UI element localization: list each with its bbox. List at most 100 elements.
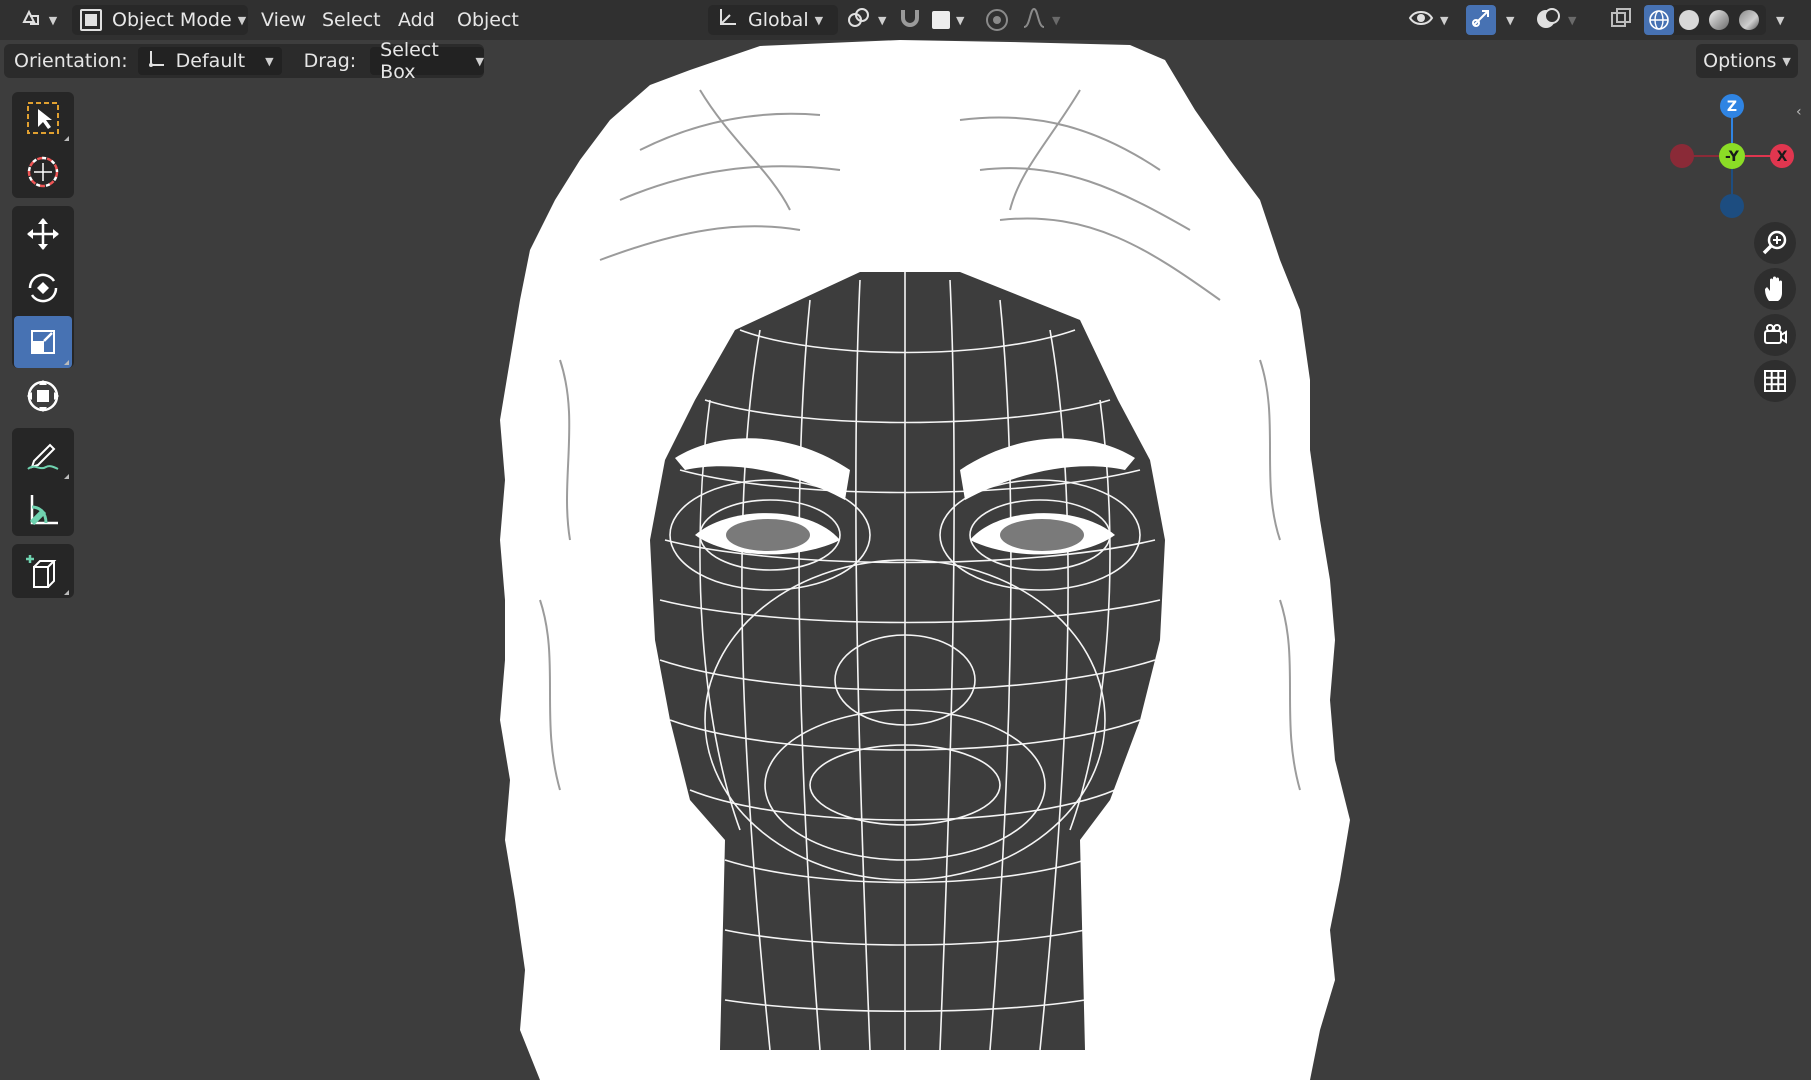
chevron-down-icon: ▼ — [814, 13, 824, 27]
rotate-icon — [28, 273, 58, 303]
transform-orientation-dropdown[interactable]: Global ▼ — [708, 5, 838, 35]
drag-value: Select Box — [380, 39, 439, 83]
gizmo-icon — [1470, 7, 1492, 34]
menu-add[interactable]: Add — [392, 6, 441, 34]
add-cube-tool[interactable] — [14, 546, 72, 598]
move-tool[interactable] — [14, 208, 72, 260]
chevron-down-icon: ▼ — [956, 13, 965, 27]
chevron-down-icon: ▼ — [265, 54, 274, 68]
tool-corner-indicator — [64, 360, 69, 365]
grid-icon — [1764, 370, 1786, 392]
gizmo-neg-z-axis[interactable] — [1720, 194, 1744, 218]
tool-corner-indicator — [64, 474, 69, 479]
perspective-toggle-button[interactable] — [1754, 360, 1796, 402]
transform-icon — [27, 380, 59, 412]
orientation-label: Orientation: — [14, 50, 128, 72]
shading-dropdown[interactable]: ▼ — [1770, 5, 1790, 35]
measure-tool[interactable] — [14, 484, 72, 536]
add-cube-icon — [26, 555, 57, 588]
cursor-tool[interactable] — [14, 146, 72, 198]
options-dropdown[interactable]: Options ▼ — [1696, 44, 1798, 78]
xray-toggle[interactable] — [1606, 5, 1636, 35]
gizmo-dropdown[interactable]: ▼ — [1500, 5, 1520, 35]
mode-label: Object Mode — [112, 9, 232, 31]
rotate-tool[interactable] — [14, 262, 72, 314]
rendered-shading-button[interactable] — [1734, 5, 1764, 35]
scale-icon — [31, 330, 55, 354]
editor-type-icon — [21, 8, 43, 33]
snap-target-icon — [932, 11, 950, 29]
gizmo-toggle[interactable] — [1466, 5, 1496, 35]
falloff-dropdown[interactable]: ▼ — [1022, 5, 1066, 35]
magnet-icon — [898, 6, 922, 35]
hand-icon — [1765, 276, 1782, 301]
material-shading-button[interactable] — [1704, 5, 1734, 35]
proportional-edit-icon — [986, 9, 1008, 31]
move-icon — [27, 218, 59, 250]
material-sphere-icon — [1709, 10, 1729, 30]
gizmo-y-label: -Y — [1725, 149, 1740, 165]
editor-type-button[interactable]: ▼ — [16, 5, 62, 35]
chevron-down-icon: ▼ — [1776, 13, 1785, 27]
wireframe-shading-button[interactable] — [1644, 5, 1674, 35]
cursor-icon — [27, 156, 59, 188]
transform-tool[interactable] — [14, 370, 72, 422]
pivot-point-button[interactable]: ▼ — [846, 5, 888, 35]
pivot-icon — [846, 7, 872, 34]
eye-icon — [1408, 7, 1434, 34]
orientation-dropdown[interactable]: Default ▼ — [137, 47, 282, 75]
camera-view-button[interactable] — [1754, 314, 1796, 356]
chevron-down-icon: ▼ — [1782, 54, 1791, 68]
gizmo-neg-x-axis[interactable] — [1670, 144, 1694, 168]
tool-corner-indicator — [64, 136, 69, 141]
drag-label: Drag: — [303, 50, 357, 72]
shading-group — [1644, 5, 1766, 35]
chevron-down-icon: ▼ — [1052, 13, 1061, 27]
chevron-down-icon: ▼ — [1440, 13, 1449, 27]
snap-toggle[interactable] — [898, 5, 926, 35]
drag-dropdown[interactable]: Select Box ▼ — [370, 39, 484, 83]
orientation-axes-icon — [716, 7, 738, 34]
wireframe-sphere-icon — [1649, 10, 1669, 30]
scale-tool[interactable] — [14, 316, 72, 368]
menu-object[interactable]: Object — [451, 6, 525, 34]
object-mode-icon — [80, 9, 102, 31]
pan-button[interactable] — [1754, 268, 1796, 310]
xray-icon — [1610, 7, 1632, 34]
annotate-icon — [27, 443, 59, 470]
chevron-down-icon: ▼ — [475, 54, 484, 68]
measure-icon — [29, 495, 58, 526]
camera-icon — [1764, 324, 1787, 344]
viewport-header: ▼ Object Mode ▼ View Select Add Object G… — [0, 0, 1811, 40]
chevron-down-icon: ▼ — [237, 13, 247, 27]
chevron-down-icon: ▼ — [878, 13, 887, 27]
select-box-icon — [27, 102, 59, 134]
rendered-sphere-icon — [1739, 10, 1759, 30]
chevron-down-icon: ▼ — [48, 13, 58, 27]
snap-target-dropdown[interactable]: ▼ — [932, 5, 980, 35]
tool-corner-indicator — [64, 590, 69, 595]
annotate-tool[interactable] — [14, 430, 72, 482]
overlays-toggle[interactable]: ▼ — [1536, 5, 1582, 35]
chevron-down-icon: ▼ — [1506, 13, 1515, 27]
solid-sphere-icon — [1679, 10, 1699, 30]
select-box-tool[interactable] — [14, 92, 72, 144]
visibility-dropdown[interactable]: ▼ — [1408, 5, 1454, 35]
menu-view[interactable]: View — [255, 6, 312, 34]
menu-select[interactable]: Select — [316, 6, 387, 34]
chevron-down-icon: ▼ — [1568, 13, 1577, 27]
solid-shading-button[interactable] — [1674, 5, 1704, 35]
zoom-button[interactable] — [1754, 222, 1796, 264]
orientation-axes-icon — [146, 49, 166, 74]
orientation-label: Global — [748, 9, 809, 31]
orientation-value: Default — [175, 50, 246, 72]
viewport-wireframe[interactable] — [0, 0, 1811, 1080]
mode-dropdown[interactable]: Object Mode ▼ — [72, 5, 248, 35]
proportional-edit-toggle[interactable] — [986, 5, 1016, 35]
gizmo-x-label: X — [1777, 149, 1788, 165]
options-label: Options — [1703, 50, 1777, 72]
overlays-icon — [1536, 7, 1562, 34]
navigation-gizmo[interactable]: Z X -Y — [1660, 90, 1800, 220]
gizmo-z-label: Z — [1727, 99, 1737, 115]
tool-settings-bar: Orientation: Default ▼ Drag: Select Box … — [4, 39, 484, 83]
